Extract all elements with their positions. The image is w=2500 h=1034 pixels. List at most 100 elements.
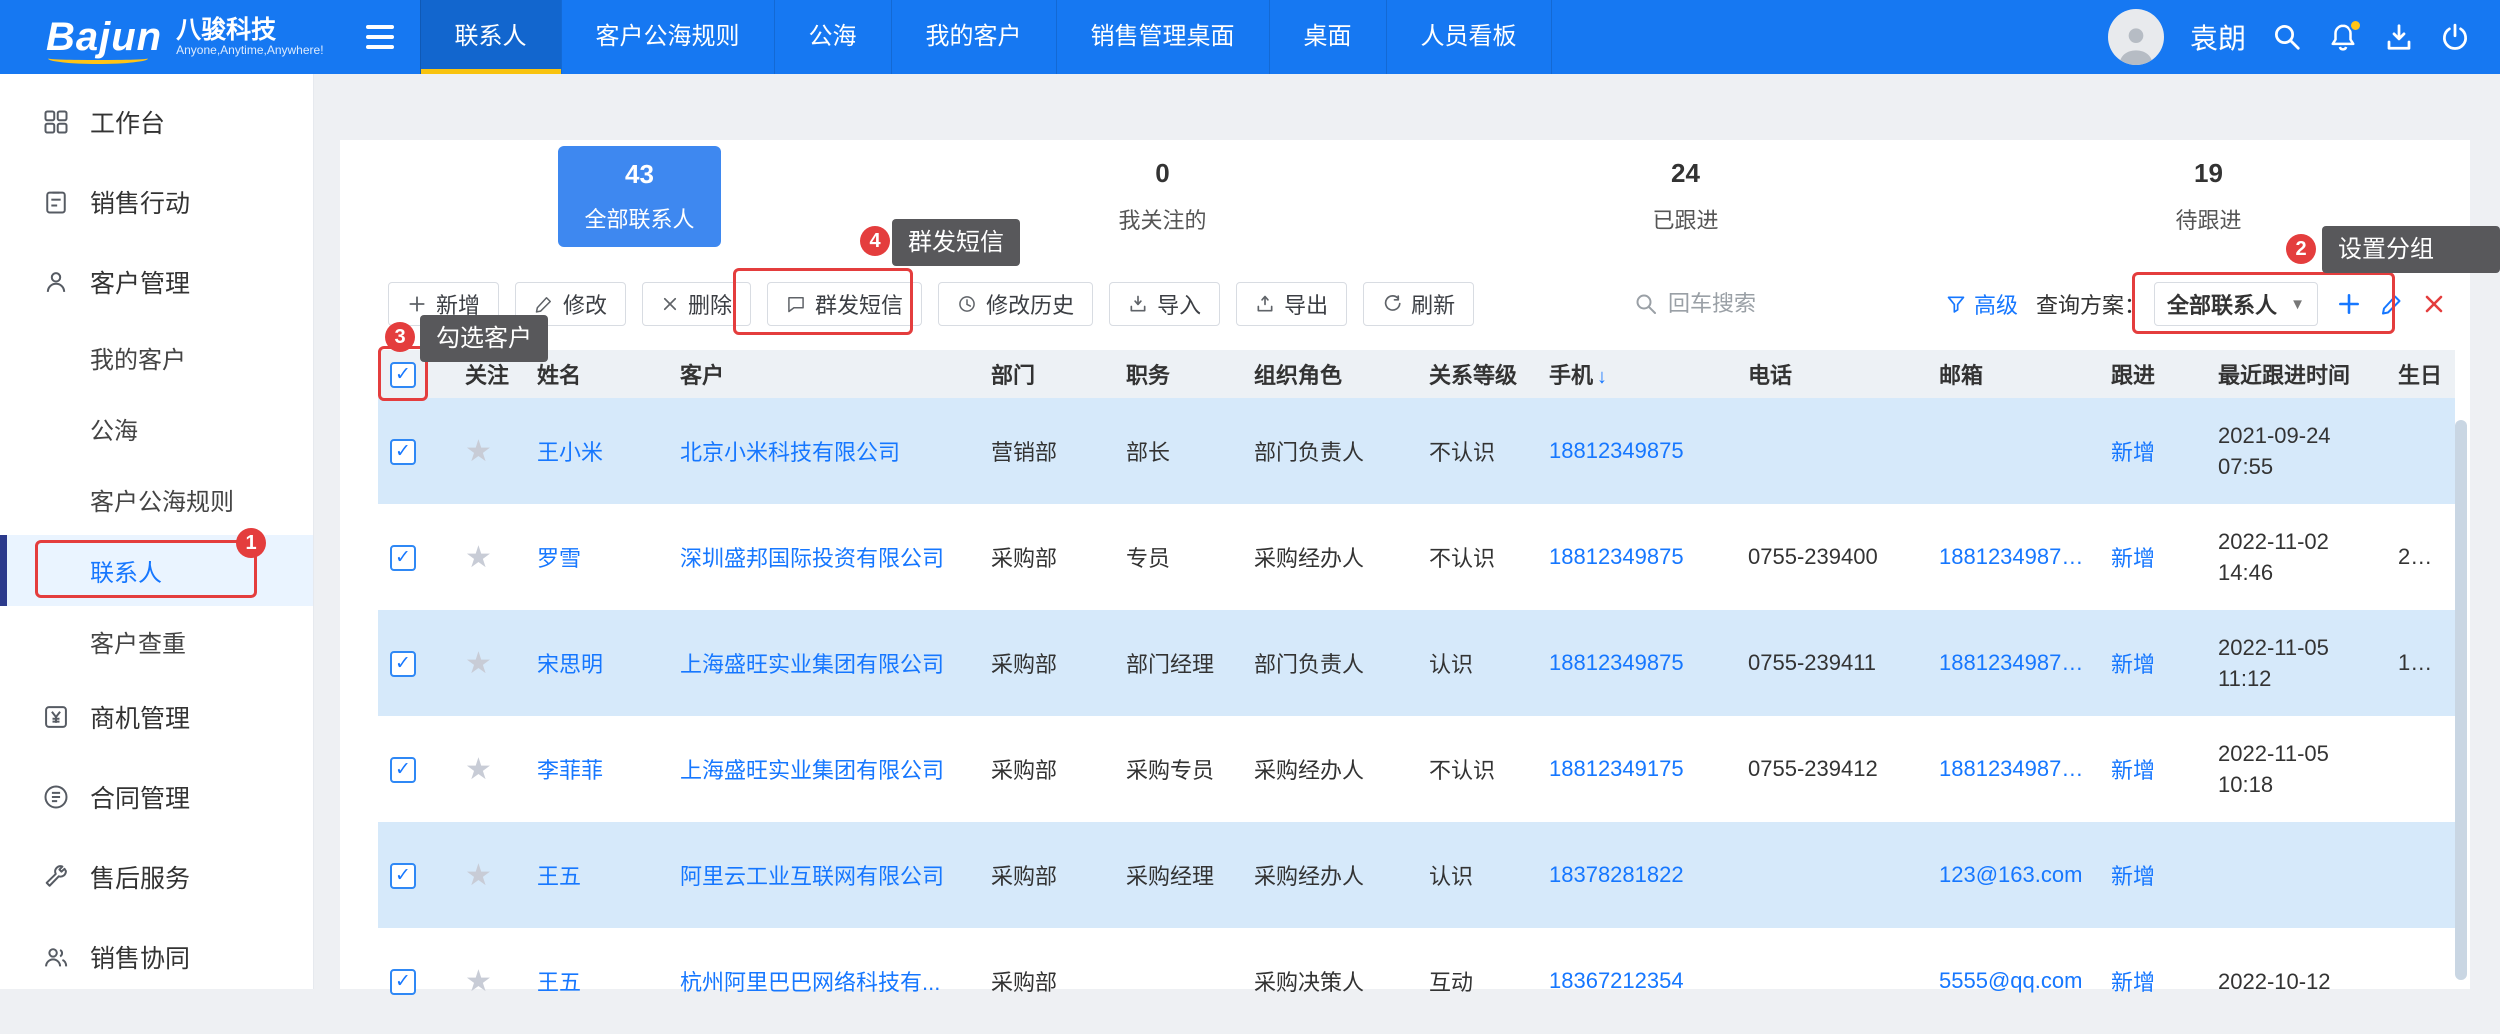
col-header-customer[interactable]: 客户: [668, 350, 979, 398]
row-checkbox[interactable]: ✓: [390, 969, 416, 995]
nav-tab-pool[interactable]: 公海: [774, 0, 891, 74]
search-icon[interactable]: [2272, 22, 2302, 52]
star-icon[interactable]: ★: [465, 435, 492, 468]
sidebar-item-customer-mgmt[interactable]: 客户管理: [0, 242, 313, 322]
delete-button[interactable]: 删除: [642, 282, 751, 326]
menu-toggle-icon[interactable]: [366, 25, 394, 49]
contact-name-link[interactable]: 罗雪: [525, 504, 668, 610]
download-icon[interactable]: [2384, 22, 2414, 52]
bulk-sms-button[interactable]: 群发短信: [767, 282, 922, 326]
mobile-link[interactable]: 18812349875: [1537, 398, 1736, 504]
col-header-birthday[interactable]: 生日: [2386, 350, 2455, 398]
col-header-title[interactable]: 职务: [1114, 350, 1242, 398]
mobile-link[interactable]: 18812349875: [1537, 610, 1736, 716]
follow-link[interactable]: 新增: [2099, 716, 2206, 822]
customer-link[interactable]: 上海盛旺实业集团有限公司: [668, 716, 979, 822]
customer-link[interactable]: 上海盛旺实业集团有限公司: [668, 610, 979, 716]
sidebar-item-opportunity[interactable]: 商机管理: [0, 677, 313, 757]
history-button[interactable]: 修改历史: [938, 282, 1093, 326]
star-icon[interactable]: ★: [465, 965, 492, 998]
stat-pending-follow[interactable]: 19 待跟进: [1947, 158, 2470, 235]
sidebar-item-contract[interactable]: 合同管理: [0, 757, 313, 837]
select-all-checkbox[interactable]: ✓: [390, 362, 416, 388]
last-follow-time: 11:12: [2218, 663, 2374, 694]
search-input[interactable]: [1668, 291, 1918, 317]
col-header-phone[interactable]: 电话: [1736, 350, 1927, 398]
wrench-icon: [42, 863, 70, 891]
nav-tab-desktop[interactable]: 桌面: [1269, 0, 1386, 74]
sidebar-item-my-customers[interactable]: 我的客户: [0, 322, 313, 393]
email-link[interactable]: 18812349875...: [1927, 610, 2099, 716]
col-header-last-follow[interactable]: 最近跟进时间: [2206, 350, 2386, 398]
follow-link[interactable]: 新增: [2099, 928, 2206, 1034]
row-checkbox[interactable]: ✓: [390, 863, 416, 889]
sidebar-item-sales-action[interactable]: 销售行动: [0, 162, 313, 242]
email-link[interactable]: 18812349875...: [1927, 716, 2099, 822]
mobile-link[interactable]: 18812349175: [1537, 716, 1736, 822]
customer-link[interactable]: 阿里云工业互联网有限公司: [668, 822, 979, 928]
nav-tab-sales-desktop[interactable]: 销售管理桌面: [1056, 0, 1269, 74]
row-checkbox[interactable]: ✓: [390, 545, 416, 571]
sidebar-item-after-sales[interactable]: 售后服务: [0, 837, 313, 917]
contact-name-link[interactable]: 李菲菲: [525, 716, 668, 822]
row-checkbox[interactable]: ✓: [390, 439, 416, 465]
stat-all-contacts[interactable]: 43 全部联系人: [378, 146, 901, 247]
email-link[interactable]: [1927, 398, 2099, 504]
refresh-button[interactable]: 刷新: [1363, 282, 1474, 326]
sidebar-item-workbench[interactable]: 工作台: [0, 82, 313, 162]
customer-link[interactable]: 深圳盛邦国际投资有限公司: [668, 504, 979, 610]
follow-link[interactable]: 新增: [2099, 610, 2206, 716]
nav-tab-my-customers[interactable]: 我的客户: [891, 0, 1056, 74]
logout-power-icon[interactable]: [2440, 22, 2470, 52]
sidebar-item-open-sea-rules[interactable]: 客户公海规则: [0, 464, 313, 535]
mobile-link[interactable]: 18812349875: [1537, 504, 1736, 610]
scheme-edit-icon[interactable]: [2380, 292, 2404, 316]
customer-link[interactable]: 杭州阿里巴巴网络科技有...: [668, 928, 979, 1034]
email-link[interactable]: 123@163.com: [1927, 822, 2099, 928]
sidebar-item-open-sea[interactable]: 公海: [0, 393, 313, 464]
follow-link[interactable]: 新增: [2099, 398, 2206, 504]
col-header-email[interactable]: 邮箱: [1927, 350, 2099, 398]
sidebar-item-contacts[interactable]: 联系人: [0, 535, 313, 606]
col-header-role[interactable]: 组织角色: [1242, 350, 1417, 398]
vertical-scrollbar[interactable]: [2455, 420, 2467, 980]
follow-link[interactable]: 新增: [2099, 504, 2206, 610]
contact-name-link[interactable]: 王五: [525, 928, 668, 1034]
sidebar-item-dedup[interactable]: 客户查重: [0, 606, 313, 677]
app-logo[interactable]: Bajun 八骏科技 Anyone,Anytime,Anywhere!: [46, 15, 324, 60]
follow-link[interactable]: 新增: [2099, 822, 2206, 928]
customer-link[interactable]: 北京小米科技有限公司: [668, 398, 979, 504]
scheme-select[interactable]: 全部联系人 ▼: [2154, 282, 2318, 326]
contact-name-link[interactable]: 宋思明: [525, 610, 668, 716]
mobile-link[interactable]: 18378281822: [1537, 822, 1736, 928]
col-header-dept[interactable]: 部门: [979, 350, 1114, 398]
notification-bell-icon[interactable]: [2328, 22, 2358, 52]
row-checkbox[interactable]: ✓: [390, 757, 416, 783]
export-button[interactable]: 导出: [1236, 282, 1347, 326]
scheme-add-icon[interactable]: [2336, 291, 2362, 317]
advanced-filter-link[interactable]: 高级: [1946, 288, 2018, 320]
avatar[interactable]: [2108, 9, 2164, 65]
mobile-link[interactable]: 18367212354: [1537, 928, 1736, 1034]
nav-tab-staff-board[interactable]: 人员看板: [1386, 0, 1552, 74]
sidebar-item-sales-collab[interactable]: 销售协同: [0, 917, 313, 997]
star-icon[interactable]: ★: [465, 859, 492, 892]
nav-tab-contacts[interactable]: 联系人: [420, 0, 561, 74]
star-icon[interactable]: ★: [465, 541, 492, 574]
email-link[interactable]: 5555@qq.com: [1927, 928, 2099, 1034]
col-header-mobile[interactable]: 手机↓: [1537, 350, 1736, 398]
col-header-follow[interactable]: 跟进: [2099, 350, 2206, 398]
stat-followed-up[interactable]: 24 已跟进: [1424, 158, 1947, 235]
contact-name-link[interactable]: 王小米: [525, 398, 668, 504]
sort-desc-icon[interactable]: ↓: [1597, 366, 1607, 388]
import-button[interactable]: 导入: [1109, 282, 1220, 326]
scheme-delete-icon[interactable]: [2422, 292, 2446, 316]
user-name[interactable]: 袁朗: [2190, 17, 2246, 57]
star-icon[interactable]: ★: [465, 647, 492, 680]
nav-tab-pool-rules[interactable]: 客户公海规则: [561, 0, 774, 74]
star-icon[interactable]: ★: [465, 753, 492, 786]
email-link[interactable]: 18812349875...: [1927, 504, 2099, 610]
row-checkbox[interactable]: ✓: [390, 651, 416, 677]
col-header-level[interactable]: 关系等级: [1417, 350, 1537, 398]
contact-name-link[interactable]: 王五: [525, 822, 668, 928]
